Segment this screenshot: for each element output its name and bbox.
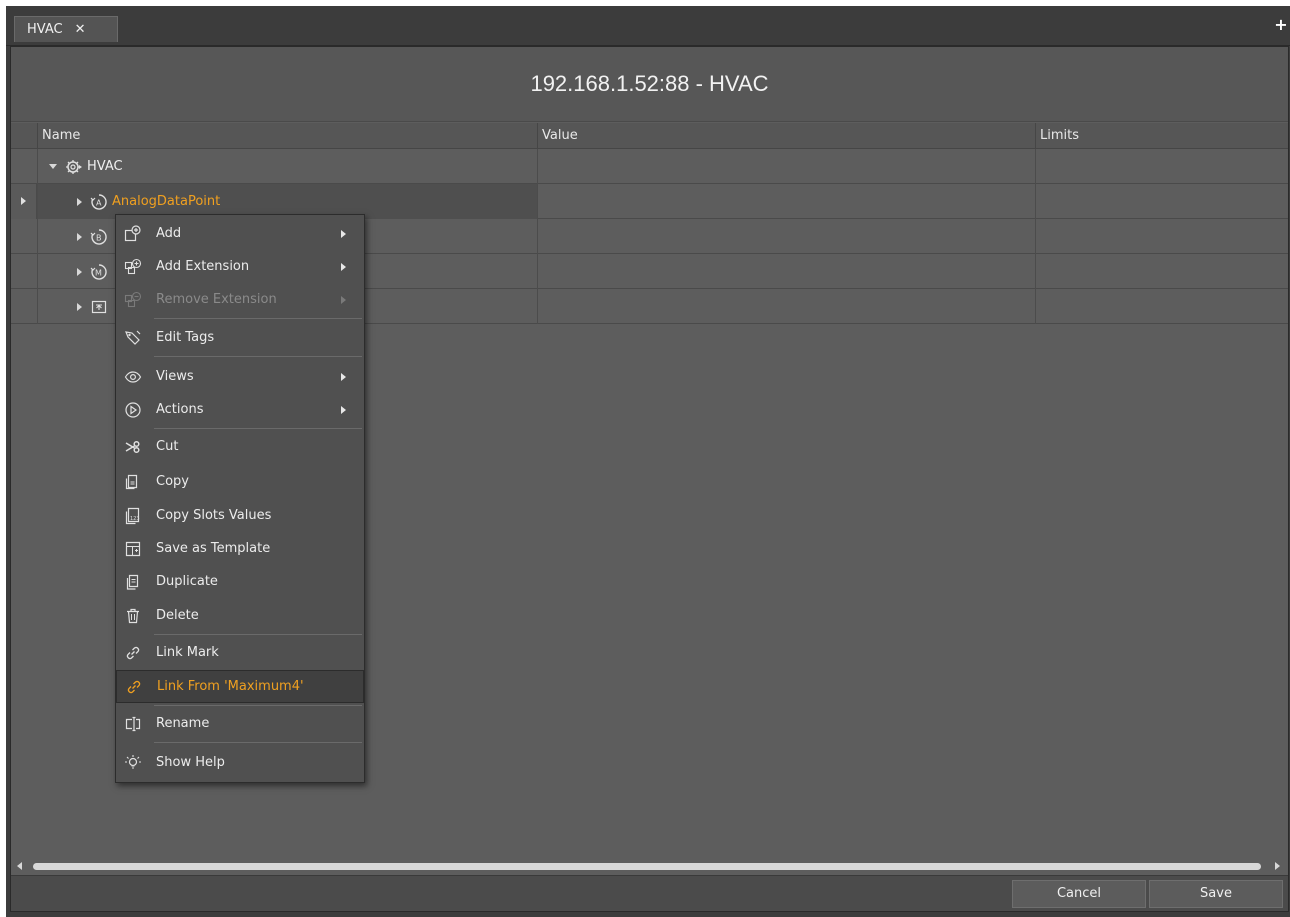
expand-arrow-icon[interactable] (77, 302, 82, 311)
remove-extension-icon (122, 289, 144, 311)
copy-icon (122, 471, 144, 493)
template-icon (122, 538, 144, 560)
scroll-thumb[interactable] (33, 863, 1261, 870)
tree-node-label: HVAC (87, 159, 123, 174)
dialog-footer: Cancel Save (11, 875, 1288, 911)
menu-separator (154, 742, 362, 743)
menu-separator (154, 634, 362, 635)
menu-item-edit-tags[interactable]: Edit Tags (116, 321, 364, 354)
menu-item-actions[interactable]: Actions (116, 393, 364, 426)
row-pointer-icon (21, 197, 26, 205)
duplicate-icon (122, 571, 144, 593)
tab-bar: HVAC ✕ + (6, 6, 1290, 46)
save-button[interactable]: Save (1149, 880, 1283, 908)
horizontal-scrollbar[interactable] (11, 857, 1288, 875)
submenu-arrow-icon (341, 373, 346, 381)
column-header-limits[interactable]: Limits (1035, 123, 1288, 149)
svg-text:123: 123 (130, 516, 140, 522)
menu-item-rename[interactable]: Rename (116, 707, 364, 740)
menu-item-views[interactable]: Views (116, 360, 364, 393)
expand-arrow-icon[interactable] (77, 267, 82, 276)
menu-separator (154, 356, 362, 357)
menu-item-copy-slots-values[interactable]: 123 Copy Slots Values (116, 499, 364, 532)
table-row[interactable]: HVAC (11, 149, 1288, 184)
submenu-arrow-icon (341, 230, 346, 238)
submenu-arrow-icon (341, 296, 346, 304)
submenu-arrow-icon (341, 406, 346, 414)
svg-text:A: A (96, 198, 102, 207)
collapse-arrow-icon[interactable] (49, 164, 57, 169)
menu-item-add-extension[interactable]: Add Extension (116, 250, 364, 283)
lightbulb-icon (122, 752, 144, 774)
multistate-point-icon: M (90, 263, 108, 281)
add-extension-icon (122, 256, 144, 278)
grid-header: Name Value Limits (11, 123, 1288, 149)
row-selector[interactable] (11, 184, 37, 219)
add-icon (122, 223, 144, 245)
svg-text:M: M (95, 268, 102, 277)
trash-icon (122, 605, 144, 627)
tree-node-label: AnalogDataPoint (112, 194, 221, 209)
context-menu: Add Add Extension Remove Extension Edit … (115, 214, 365, 783)
cancel-button[interactable]: Cancel (1012, 880, 1146, 908)
scissors-icon (122, 436, 144, 458)
tab-label: HVAC (27, 22, 63, 37)
menu-item-duplicate[interactable]: Duplicate (116, 565, 364, 598)
copy-values-icon: 123 (122, 505, 144, 527)
rename-icon (122, 713, 144, 735)
gear-node-icon (65, 158, 83, 176)
menu-separator (154, 705, 362, 706)
close-tab-icon[interactable]: ✕ (75, 22, 86, 37)
expand-arrow-icon[interactable] (77, 232, 82, 241)
menu-item-delete[interactable]: Delete (116, 599, 364, 632)
play-circle-icon (122, 399, 144, 421)
menu-item-copy[interactable]: Copy (116, 465, 364, 498)
menu-item-link-mark[interactable]: Link Mark (116, 636, 364, 669)
tab-hvac[interactable]: HVAC ✕ (14, 16, 118, 42)
analog-point-icon: A (90, 193, 108, 211)
menu-separator (154, 428, 362, 429)
folder-node-icon (90, 298, 108, 316)
column-header-name[interactable]: Name (37, 123, 537, 149)
tag-icon (122, 327, 144, 349)
binary-point-icon: B (90, 228, 108, 246)
column-header-value[interactable]: Value (537, 123, 1035, 149)
panel-title: 192.168.1.52:88 - HVAC (11, 47, 1288, 122)
menu-item-cut[interactable]: Cut (116, 430, 364, 463)
menu-item-save-as-template[interactable]: Save as Template (116, 532, 364, 565)
menu-separator (154, 318, 362, 319)
submenu-arrow-icon (341, 263, 346, 271)
menu-item-add[interactable]: Add (116, 217, 364, 250)
eye-icon (122, 366, 144, 388)
expand-arrow-icon[interactable] (77, 197, 82, 206)
link-from-icon (123, 676, 145, 698)
menu-item-remove-extension: Remove Extension (116, 283, 364, 316)
svg-text:B: B (96, 233, 102, 242)
menu-item-show-help[interactable]: Show Help (116, 746, 364, 779)
scroll-left-icon[interactable] (17, 862, 22, 870)
add-tab-button[interactable]: + (1274, 17, 1288, 33)
scroll-right-icon[interactable] (1275, 862, 1280, 870)
menu-item-link-from[interactable]: Link From 'Maximum4' (116, 670, 364, 703)
link-icon (122, 642, 144, 664)
